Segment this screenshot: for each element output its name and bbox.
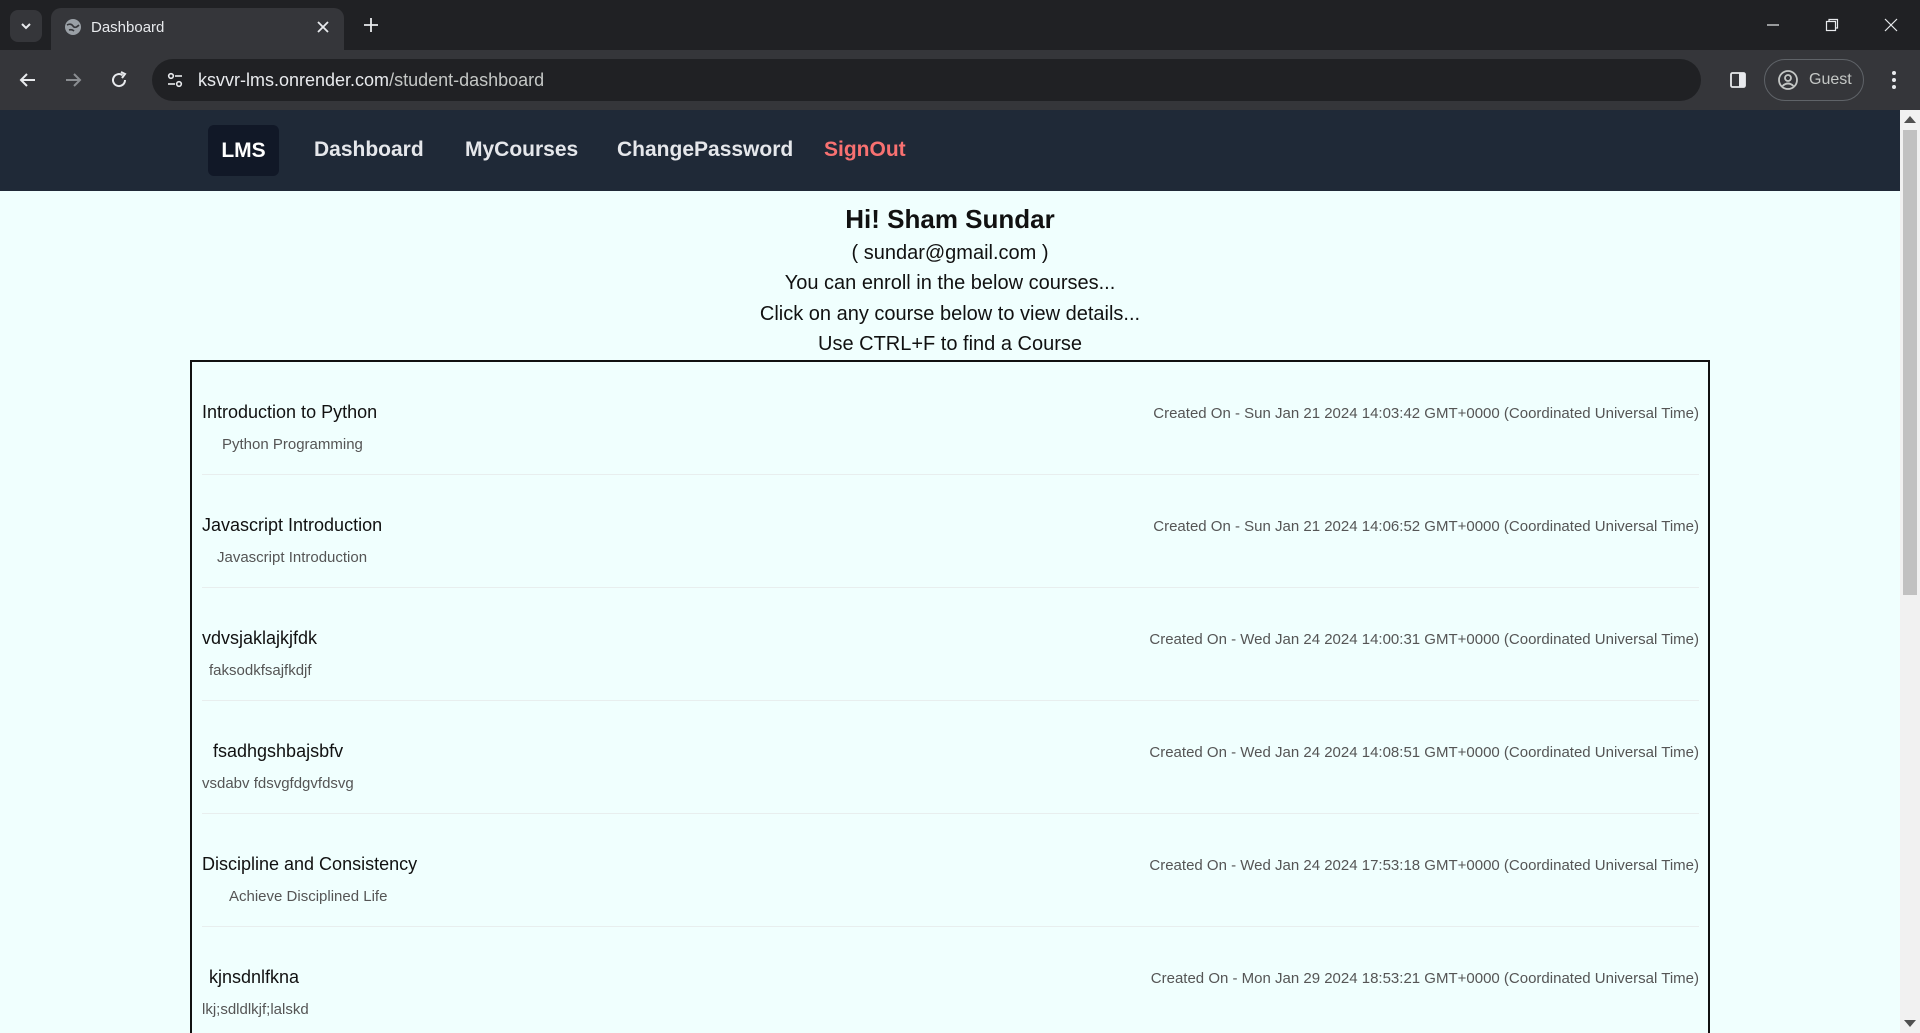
course-title: Introduction to Python	[202, 402, 378, 422]
minimize-button[interactable]	[1744, 0, 1802, 50]
tab-title: Dashboard	[91, 19, 165, 36]
nav-change-password[interactable]: ChangePassword	[617, 138, 793, 162]
course-description: lkj;sdldlkjf;lalskd	[202, 1001, 309, 1018]
nav-dashboard[interactable]: Dashboard	[314, 138, 424, 162]
browser-tab-active[interactable]: Dashboard	[51, 8, 344, 50]
lms-navbar: LMS Dashboard MyCourses ChangePassword S…	[0, 110, 1900, 191]
minimize-icon	[1767, 24, 1779, 26]
profile-button[interactable]: Guest	[1764, 59, 1864, 101]
close-icon	[317, 21, 329, 33]
brand-logo[interactable]: LMS	[208, 125, 279, 176]
globe-icon	[65, 19, 81, 35]
nav-signout[interactable]: SignOut	[824, 138, 906, 162]
url-host: ksvvr-lms.onrender.com	[198, 70, 390, 90]
plus-icon	[364, 18, 378, 32]
side-panel-icon	[1730, 72, 1746, 88]
greeting-title: Hi! Sham Sundar	[845, 204, 1055, 234]
more-vert-icon	[1892, 71, 1896, 89]
course-description: Python Programming	[222, 436, 363, 453]
course-title: Discipline and Consistency	[202, 854, 418, 874]
site-info-button[interactable]	[162, 67, 188, 93]
search-hint: Use CTRL+F to find a Course	[818, 333, 1082, 355]
account-icon	[1778, 70, 1798, 90]
url-text[interactable]: ksvvr-lms.onrender.com/student-dashboard	[198, 70, 544, 91]
forward-button[interactable]	[57, 64, 89, 96]
tab-search-button[interactable]	[10, 10, 42, 42]
arrow-right-icon	[66, 73, 82, 87]
scroll-down-arrow[interactable]	[1904, 1020, 1916, 1027]
restore-icon	[1825, 18, 1839, 32]
browser-toolbar: ksvvr-lms.onrender.com/student-dashboard…	[0, 50, 1920, 110]
chevron-down-icon	[21, 23, 31, 30]
course-created-date: Created On - Wed Jan 24 2024 14:08:51 GM…	[1149, 744, 1699, 761]
course-item[interactable]: Javascript Introduction Javascript Intro…	[202, 475, 1699, 588]
course-description: faksodkfsajfkdjf	[209, 662, 312, 679]
page-viewport: LMS Dashboard MyCourses ChangePassword S…	[0, 110, 1920, 1033]
details-hint: Click on any course below to view detail…	[759, 303, 1141, 325]
new-tab-button[interactable]	[358, 12, 384, 38]
scrollbar-thumb[interactable]	[1903, 130, 1917, 595]
restore-button[interactable]	[1803, 0, 1861, 50]
reload-icon	[112, 71, 127, 88]
course-title: fsadhgshbajsbfv	[213, 741, 344, 761]
reload-button[interactable]	[103, 64, 135, 96]
back-button[interactable]	[12, 64, 44, 96]
nav-my-courses[interactable]: MyCourses	[465, 138, 578, 162]
side-panel-button[interactable]	[1722, 64, 1754, 96]
browser-tab-bar: Dashboard	[0, 0, 1920, 50]
course-item[interactable]: Introduction to Python Python Programmin…	[202, 362, 1699, 475]
course-item[interactable]: fsadhgshbajsbfv vsdabv fdsvgfdgvfdsvg Cr…	[202, 701, 1699, 814]
close-icon	[1884, 18, 1898, 32]
scroll-up-arrow[interactable]	[1904, 116, 1916, 123]
course-list: Introduction to Python Python Programmin…	[190, 360, 1710, 1033]
course-description: Javascript Introduction	[217, 549, 368, 566]
course-created-date: Created On - Wed Jan 24 2024 14:00:31 GM…	[1149, 631, 1699, 648]
course-created-date: Created On - Sun Jan 21 2024 14:06:52 GM…	[1153, 518, 1699, 535]
course-created-date: Created On - Mon Jan 29 2024 18:53:21 GM…	[1150, 970, 1699, 987]
course-description: vsdabv fdsvgfdgvfdsvg	[202, 775, 354, 792]
course-description: Achieve Disciplined Life	[229, 888, 388, 905]
course-title: kjnsdnlfkna	[209, 967, 300, 987]
course-created-date: Created On - Wed Jan 24 2024 17:53:18 GM…	[1149, 857, 1699, 874]
url-path: /student-dashboard	[389, 70, 545, 90]
tab-close-button[interactable]	[312, 16, 334, 38]
page-scrollbar[interactable]	[1900, 110, 1920, 1033]
course-item[interactable]: Discipline and Consistency Achieve Disci…	[202, 814, 1699, 927]
profile-label: Guest	[1809, 71, 1852, 88]
course-item[interactable]: kjnsdnlfkna lkj;sdldlkjf;lalskd Created …	[202, 927, 1699, 1033]
enroll-hint: You can enroll in the below courses...	[784, 272, 1116, 294]
course-item[interactable]: vdvsjaklajkjfdk faksodkfsajfkdjf Created…	[202, 588, 1699, 701]
user-email: ( sundar@gmail.com )	[851, 242, 1049, 264]
arrow-left-icon	[19, 73, 35, 87]
close-window-button[interactable]	[1862, 0, 1920, 50]
course-created-date: Created On - Sun Jan 21 2024 14:03:42 GM…	[1153, 405, 1699, 422]
course-title: vdvsjaklajkjfdk	[202, 628, 318, 648]
course-title: Javascript Introduction	[202, 515, 383, 535]
tune-icon	[167, 72, 183, 88]
address-bar[interactable]: ksvvr-lms.onrender.com/student-dashboard	[152, 59, 1701, 101]
browser-menu-button[interactable]	[1878, 64, 1910, 96]
